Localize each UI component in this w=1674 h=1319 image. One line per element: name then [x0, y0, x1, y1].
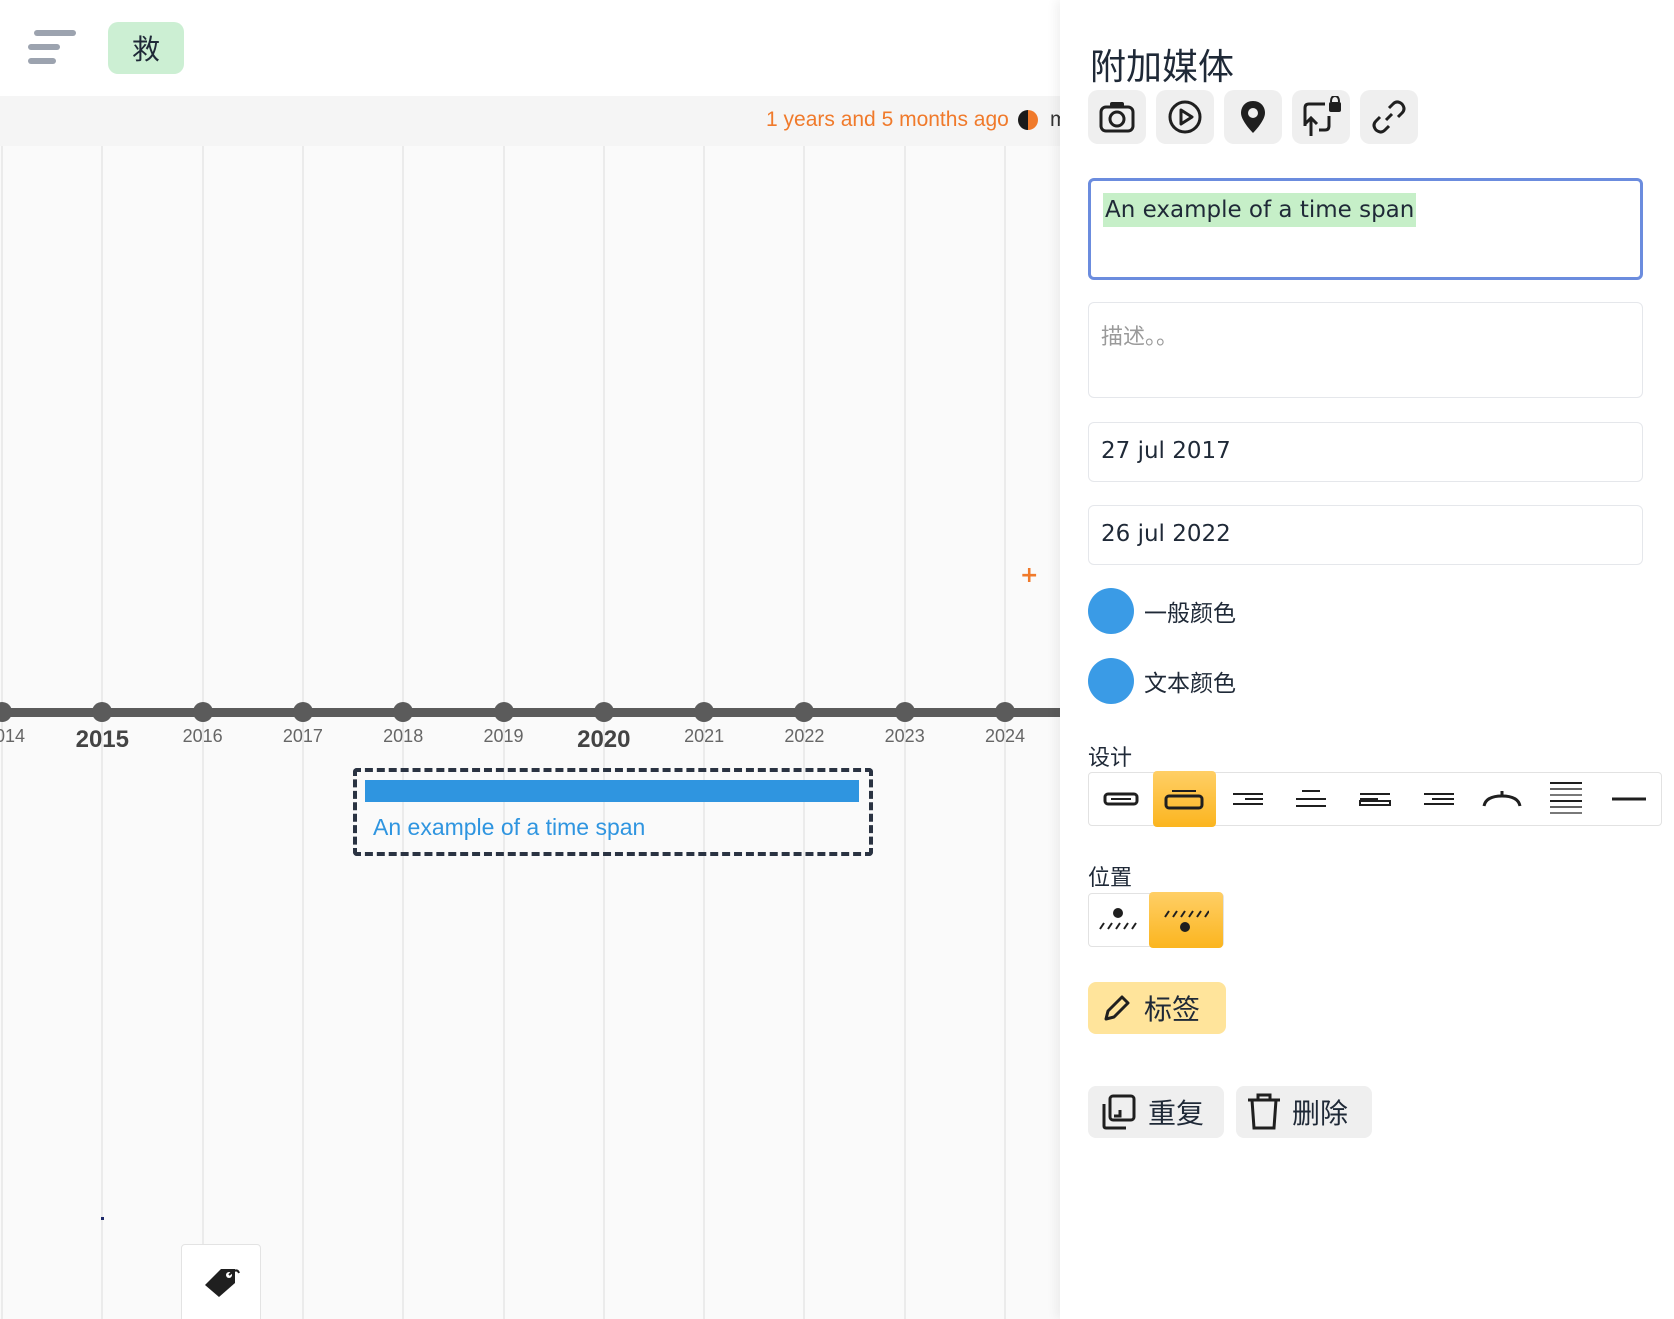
- timespan-label[interactable]: An example of a time span: [373, 814, 645, 841]
- bar-outline-icon: [1103, 792, 1139, 806]
- general-color-label: 一般颜色: [1144, 601, 1236, 627]
- save-button[interactable]: 救: [108, 22, 184, 74]
- delete-button-label: 删除: [1292, 1097, 1349, 1130]
- duplicate-icon: [1102, 1094, 1136, 1130]
- position-option-below[interactable]: [1149, 892, 1223, 948]
- timeline-header: 1 years and 5 months ago m: [0, 96, 1060, 146]
- design-option-dotted[interactable]: [1534, 773, 1598, 825]
- end-date-input[interactable]: 26 jul 2022: [1088, 505, 1643, 565]
- tag-button[interactable]: 标签: [1088, 982, 1226, 1034]
- start-date-input[interactable]: 27 jul 2017: [1088, 422, 1643, 482]
- description-input[interactable]: 描述。。: [1088, 302, 1643, 398]
- lines-left-icon: [1359, 793, 1392, 806]
- axis-tick-dot: [794, 702, 815, 722]
- design-option-lines-left[interactable]: [1343, 773, 1407, 825]
- axis-tick-dot: [493, 702, 514, 722]
- add-video-button[interactable]: [1156, 90, 1214, 144]
- timeline-canvas[interactable]: 1 years and 5 months ago m 014 2015 2016 20…: [0, 96, 1060, 1319]
- add-point-marker[interactable]: +: [1020, 563, 1038, 588]
- design-option-bracket[interactable]: [1470, 773, 1534, 825]
- tag-button-label: 标签: [1144, 993, 1201, 1026]
- axis-year-label: 2017: [282, 726, 323, 746]
- axis-year-label: 2015: [75, 726, 129, 753]
- panel-title: 附加媒体: [1090, 47, 1235, 88]
- position-options: [1088, 892, 1224, 948]
- general-color-swatch[interactable]: [1088, 588, 1134, 634]
- title-input-value[interactable]: An example of a time span: [1103, 193, 1417, 227]
- bracket-icon: [1482, 791, 1522, 807]
- dot-below-icon: [1164, 910, 1209, 932]
- add-location-button[interactable]: [1224, 90, 1282, 144]
- axis-tick-dot: [0, 702, 12, 722]
- position-section-label: 位置: [1088, 866, 1133, 891]
- axis-year-label: 2022: [784, 726, 825, 746]
- line-icon: [1612, 797, 1647, 801]
- pie-status-icon: [1018, 110, 1038, 130]
- duplicate-button[interactable]: 重复: [1088, 1086, 1224, 1138]
- position-option-above[interactable]: [1089, 894, 1149, 946]
- trash-icon: [1248, 1093, 1280, 1130]
- pencil-icon: [1104, 995, 1130, 1021]
- location-pin-icon: [1241, 101, 1265, 133]
- axis-tick-dot: [192, 702, 213, 722]
- design-option-bar[interactable]: [1089, 773, 1153, 825]
- general-color-picker[interactable]: 一般颜色: [1088, 588, 1236, 634]
- text-color-picker[interactable]: 文本颜色: [1088, 658, 1236, 704]
- add-file-button[interactable]: [1292, 90, 1350, 144]
- add-link-button[interactable]: [1360, 90, 1418, 144]
- add-photo-button[interactable]: [1088, 90, 1146, 144]
- app-root: 救 1 years and 5 months ago m 014 2015 2016…: [0, 0, 1674, 1319]
- play-icon: [1168, 100, 1202, 134]
- design-option-line[interactable]: [1598, 773, 1662, 825]
- axis-year-label: 2023: [884, 726, 925, 746]
- axis-tick-dot: [92, 702, 113, 722]
- axis-tick-dot: [593, 702, 614, 722]
- design-options: [1088, 771, 1662, 827]
- dot-above-icon: [1099, 908, 1137, 930]
- design-option-lines-center[interactable]: [1407, 773, 1471, 825]
- axis-tick-dot: [292, 702, 313, 722]
- text-color-label: 文本颜色: [1144, 671, 1236, 697]
- marker-dot: [101, 1217, 104, 1220]
- menu-icon[interactable]: [28, 28, 76, 68]
- duplicate-button-label: 重复: [1148, 1097, 1205, 1130]
- delete-button[interactable]: 删除: [1236, 1086, 1372, 1138]
- design-option-lines-right[interactable]: [1216, 773, 1280, 825]
- design-section-label: 设计: [1088, 746, 1133, 771]
- axis-year-label: 2021: [684, 726, 725, 746]
- dotted-grid-icon: [1549, 782, 1582, 814]
- axis-year-label: 2018: [383, 726, 424, 746]
- camera-icon: [1099, 102, 1135, 133]
- axis-year-label: 2020: [577, 726, 631, 753]
- link-icon: [1372, 100, 1406, 134]
- bar-raised-icon: [1164, 790, 1204, 810]
- lines-center-icon: [1423, 793, 1454, 805]
- axis-tick-dot: [894, 702, 915, 722]
- design-option-bar-raised[interactable]: [1152, 771, 1217, 827]
- axis-tick-dot: [393, 702, 414, 722]
- tag-icon: [205, 1269, 240, 1297]
- last-saved-status: 1 years and 5 months ago: [766, 108, 1009, 131]
- selected-timespan-event[interactable]: An example of a time span: [353, 768, 873, 856]
- status-truncated-text: m: [1050, 108, 1060, 131]
- locked-upload-icon: [1303, 96, 1341, 136]
- timespan-bar[interactable]: [365, 780, 859, 802]
- axis-year-label: 2016: [182, 726, 223, 746]
- title-input[interactable]: An example of a time span: [1088, 178, 1643, 280]
- lines-top-icon: [1296, 790, 1327, 807]
- event-edit-panel: 附加媒体 An example of a time span 描述。。 27 j…: [1060, 0, 1674, 1319]
- design-option-lines-top[interactable]: [1280, 773, 1344, 825]
- text-color-swatch[interactable]: [1088, 658, 1134, 704]
- tag-tool-button[interactable]: [181, 1244, 261, 1319]
- top-bar: 救: [0, 0, 1060, 96]
- axis-year-label: 2019: [483, 726, 524, 746]
- axis-year-label: 2024: [984, 726, 1026, 746]
- axis-tick-dot: [995, 702, 1015, 722]
- axis-tick-dot: [694, 702, 715, 722]
- axis-year-label: 014: [0, 726, 26, 746]
- lines-right-icon: [1232, 793, 1263, 805]
